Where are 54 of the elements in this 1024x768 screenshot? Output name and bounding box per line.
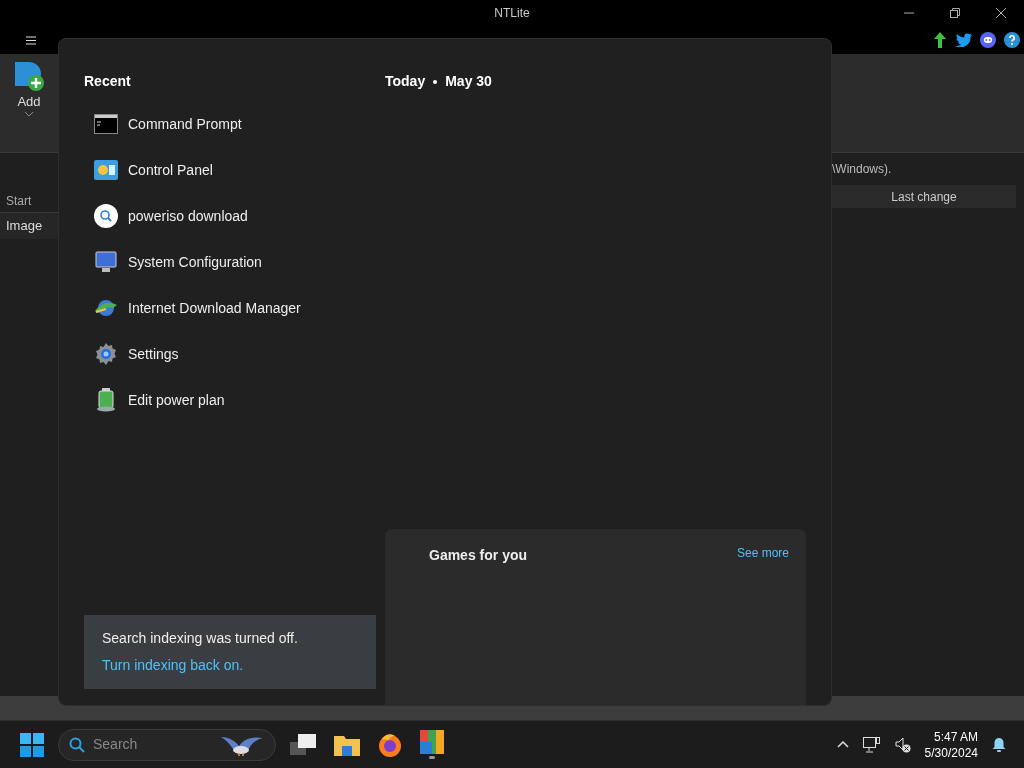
window-title: NTLite <box>494 5 530 21</box>
running-indicator <box>429 756 435 759</box>
today-label: Today <box>385 72 426 91</box>
minimize-icon <box>904 12 914 14</box>
close-icon <box>996 8 1006 18</box>
section-label: Start <box>5 193 33 209</box>
recent-item[interactable]: Internet Download Manager <box>84 285 385 331</box>
see-more-link[interactable]: See more <box>736 545 789 561</box>
recent-heading: Recent <box>84 72 132 91</box>
monitor-icon <box>94 250 118 274</box>
volume-muted-icon[interactable] <box>894 736 911 753</box>
recent-item[interactable]: Command Prompt <box>84 101 385 147</box>
windows-logo-icon <box>20 732 44 757</box>
add-disk-icon <box>13 60 45 92</box>
sidebar-item[interactable]: Image <box>0 212 58 239</box>
recent-item[interactable]: System Configuration <box>84 239 385 285</box>
search-icon <box>69 736 85 753</box>
clock-time[interactable]: 5:47 AM <box>933 728 978 745</box>
search-input[interactable]: Search <box>93 734 213 755</box>
games-heading: Games for you <box>429 546 528 565</box>
path-text: \Windows). <box>832 161 892 177</box>
network-icon[interactable] <box>862 736 881 753</box>
chevron-down-icon <box>25 111 33 117</box>
clock-date[interactable]: 5/30/2024 <box>924 744 978 761</box>
add-button[interactable]: Add <box>10 60 48 117</box>
column-header[interactable]: Last change <box>832 185 1016 208</box>
search-bar[interactable]: Search <box>58 728 276 761</box>
recent-item[interactable]: Control Panel <box>84 147 385 193</box>
notice-message: Search indexing was turned off. <box>102 629 299 648</box>
battery-icon <box>96 388 116 412</box>
menu-icon <box>26 35 36 45</box>
browser-icon[interactable] <box>378 732 402 757</box>
terminal-icon <box>94 114 118 134</box>
chevron-up-icon[interactable] <box>836 741 849 748</box>
start-button[interactable] <box>20 732 44 757</box>
folder-icon[interactable] <box>334 733 360 756</box>
bullet-icon <box>433 79 438 84</box>
indexing-link[interactable]: Turn indexing back on. <box>102 655 358 676</box>
task-view-icon[interactable] <box>290 733 316 756</box>
arrow-up-icon[interactable] <box>933 32 947 48</box>
chat-icon[interactable] <box>980 32 996 48</box>
recent-item[interactable]: poweriso download <box>84 193 385 239</box>
menu-button[interactable] <box>26 35 36 45</box>
gear-icon <box>94 342 118 366</box>
recent-item[interactable]: Settings <box>84 331 385 377</box>
bird-icon[interactable] <box>955 33 972 47</box>
search-icon <box>94 204 118 228</box>
date-label: May 30 <box>445 72 492 91</box>
bell-icon[interactable] <box>992 736 1006 753</box>
globe-arrow-icon <box>93 297 119 319</box>
restore-icon <box>950 8 960 18</box>
help-icon[interactable] <box>1004 32 1020 48</box>
recent-item[interactable]: Edit power plan <box>84 377 385 423</box>
control-panel-icon <box>94 160 118 180</box>
